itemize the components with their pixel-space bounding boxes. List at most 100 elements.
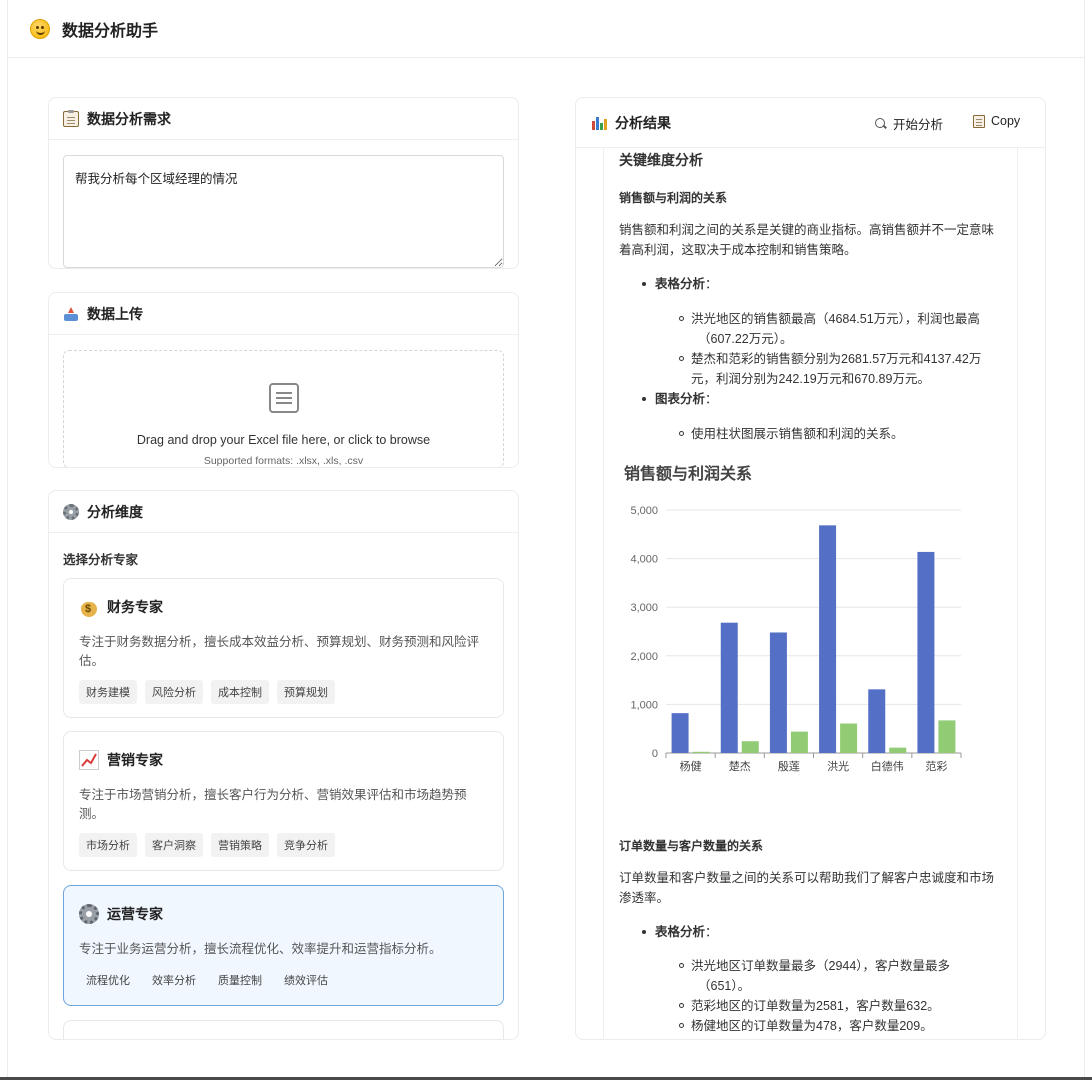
expert-tag: 市场分析 [79,833,137,857]
bar [741,741,759,753]
chart-increasing-icon [79,750,99,770]
dimensions-title: 分析维度 [87,503,143,520]
expert-tag: 质量控制 [218,975,262,987]
bar [720,622,738,753]
bar [868,689,886,753]
file-dropzone[interactable]: Drag and drop your Excel file here, or c… [63,350,504,467]
sub-bullet-continuation: （651）。 [698,979,751,993]
upload-card: 数据上传 Drag and drop your Excel file here,… [48,292,519,468]
expert-card-finance[interactable]: 财务专家 专注于财务数据分析，擅长成本效益分析、预算规划、财务预测和风险评估。 … [63,578,504,718]
bar-chart-icon [591,115,607,131]
paragraph-line: 销售额和利润之间的关系是关键的商业指标。高销售额并不一定意味 [619,223,995,237]
y-tick-label: 5,000 [630,505,658,517]
expert-tag: 流程优化 [86,975,130,987]
expert-card-operations[interactable]: 运营专家 专注于业务运营分析，擅长流程优化、效率提升和运营指标分析。 流程优化 … [63,885,504,1006]
x-tick-label: 殷莲 [778,760,800,773]
paragraph-line: 订单数量和客户数量之间的关系可以帮助我们了解客户忠诚度和市场 [619,871,995,885]
clipboard-icon [973,114,985,128]
expert-name: 运营专家 [107,906,163,922]
x-tick-label: 白德伟 [871,759,904,773]
expert-tag: 成本控制 [211,680,269,704]
requirement-input[interactable]: 帮我分析每个区域经理的情况 [63,155,504,268]
requirement-card: 数据分析需求 帮我分析每个区域经理的情况 [48,97,519,269]
expert-tags: 市场分析 客户洞察 营销策略 竞争分析 [79,833,335,857]
expert-tag: 预算规划 [277,680,335,704]
select-expert-label: 选择分析专家 [63,553,139,567]
copy-label: Copy [991,114,1021,128]
inbox-tray-icon [63,306,79,322]
bullet-label: 图表分析 [655,392,706,406]
bar [671,713,689,753]
results-card: 分析结果 开始分析 Copy 关键维度分析 销售额与利润的关系 销售额和利润之间… [575,97,1046,1040]
expert-tag: 营销策略 [211,833,269,857]
y-tick-label: 1,000 [630,699,658,711]
bullet-colon: ： [705,392,718,406]
bullet-label: 表格分析 [655,925,706,939]
requirement-card-header: 数据分析需求 [49,98,518,140]
copy-button[interactable]: Copy [973,114,1020,128]
gear-icon [63,503,79,520]
sub-bullet-item: 洪光地区的销售额最高（4684.51万元），利润也最高 [679,309,980,329]
dimensions-card: 分析维度 选择分析专家 财务专家 专注于财务数据分析，擅长成本效益分析、预算规划… [48,490,519,1040]
expert-card-marketing[interactable]: 营销专家 专注于市场营销分析，擅长客户行为分析、营销效果评估和市场趋势预测。 市… [63,731,504,871]
sub-bullet-line: 楚杰和范彩的销售额分别为2681.57万元和4137.42万 [691,352,982,366]
x-tick-label: 范彩 [925,759,947,773]
upload-card-header: 数据上传 [49,293,518,335]
sub-bullet-line: 杨健地区的订单数量为478，客户数量209。 [691,1019,933,1033]
y-tick-label: 4,000 [630,554,658,566]
results-card-header: 分析结果 开始分析 Copy [576,98,1045,148]
bar [769,632,787,753]
sub-bullet-line: 使用柱状图展示销售额和利润的关系。 [691,427,904,441]
expert-tags: 财务建模 风险分析 成本控制 预算规划 [79,680,335,704]
bar [889,747,907,753]
expert-description: 专注于市场营销分析，擅长客户行为分析、营销效果评估和市场趋势预测。 [79,788,467,821]
start-analysis-label: 开始分析 [893,118,944,132]
smiley-face-icon [30,18,50,39]
dimensions-card-header: 分析维度 [49,491,518,533]
app-window: 数据分析助手 数据分析需求 帮我分析每个区域经理的情况 数据上传 Drag an… [7,0,1085,1078]
magnifier-icon [875,117,887,130]
paragraph-line: 渗透率。 [619,891,670,905]
clipboard-icon [63,109,79,127]
start-analysis-button[interactable]: 开始分析 [875,114,943,133]
bullet-colon: ： [705,925,718,939]
expert-card-next[interactable] [63,1020,504,1039]
expert-description: 专注于业务运营分析，擅长流程优化、效率提升和运营指标分析。 [79,942,442,956]
results-title: 分析结果 [615,114,671,131]
expert-tag: 绩效评估 [284,975,328,987]
subsection-heading: 订单数量与客户数量的关系 [619,839,764,853]
bar [819,525,837,753]
bar [938,720,956,753]
results-scroll-area[interactable]: 关键维度分析 销售额与利润的关系 销售额和利润之间的关系是关键的商业指标。高销售… [576,148,1045,1038]
y-tick-label: 2,000 [630,651,658,663]
expert-tag: 效率分析 [152,975,196,987]
bullet-item: 图表分析： [642,389,718,409]
expert-tag: 风险分析 [145,680,203,704]
expert-name: 营销专家 [107,752,163,768]
y-tick-label: 0 [652,748,658,760]
requirement-title: 数据分析需求 [87,110,171,127]
expert-tags: 流程优化 效率分析 质量控制 绩效评估 [79,968,335,992]
app-title: 数据分析助手 [62,22,159,40]
document-icon [269,383,299,413]
bar [917,551,935,753]
x-tick-label: 洪光 [827,759,849,773]
x-tick-label: 楚杰 [729,759,751,773]
bar [692,751,710,753]
sub-bullet-line: 范彩地区的订单数量为2581，客户数量632。 [691,999,940,1013]
chart-title: 销售额与利润关系 [624,466,753,483]
expert-name: 财务专家 [107,599,163,615]
section-heading: 关键维度分析 [619,152,703,168]
bullet-label: 表格分析 [655,277,706,291]
dropzone-formats: Supported formats: .xlsx, .xls, .csv [203,455,364,467]
app-header: 数据分析助手 [8,0,1084,58]
paragraph-line: 着高利润，这取决于成本控制和销售策略。 [619,243,857,257]
upload-title: 数据上传 [87,305,143,322]
gear-icon [79,904,99,924]
bullet-item: 表格分析： [642,922,718,942]
subsection-heading: 销售额与利润的关系 [619,191,728,205]
sub-bullet-item: 楚杰和范彩的销售额分别为2681.57万元和4137.42万 [679,349,982,369]
expert-tag: 财务建模 [79,680,137,704]
bar [790,731,808,753]
expert-tag: 客户洞察 [145,833,203,857]
